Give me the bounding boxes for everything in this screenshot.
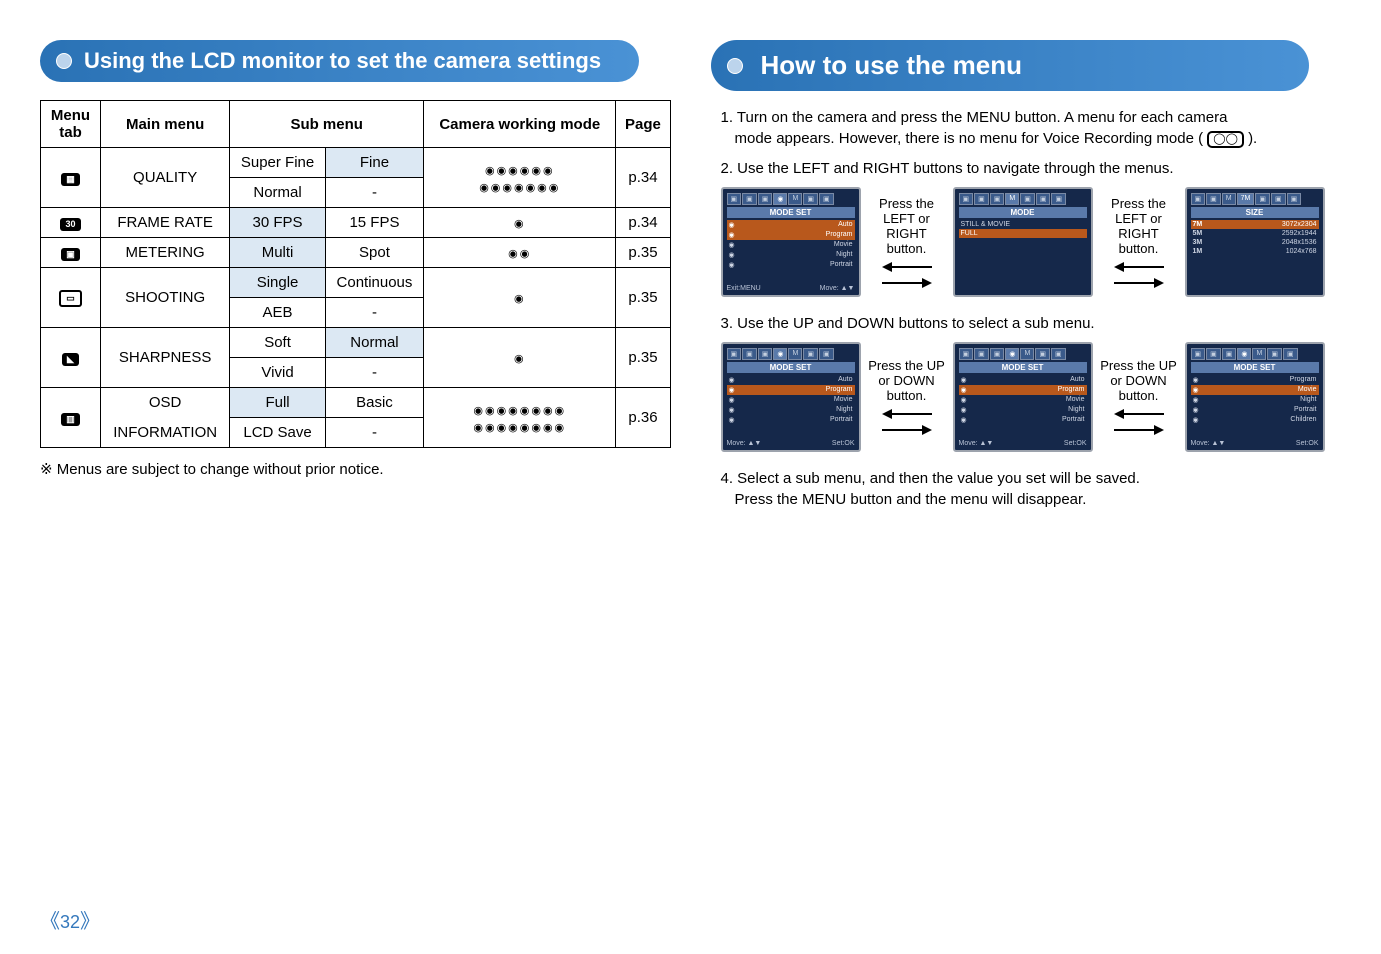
step-2: 2. Use the LEFT and RIGHT buttons to nav… [721,160,1342,177]
sharpness-vivid: Vivid [230,358,326,388]
screen-modeset-4: ▣▣▣◉M▣▣ MODE SET ◉Program ◉Movie ◉Night … [1185,342,1325,452]
sharpness-main: SHARPNESS [101,328,230,388]
quality-main: QUALITY [101,148,230,208]
step4-line2: Press the MENU button and the menu will … [721,491,1342,508]
screen-size: ▣▣M7M▣▣▣ SIZE 7M3072x2304 5M2592x1944 3M… [1185,187,1325,297]
footnote-symbol: ※ [40,462,53,478]
footnote: ※ Menus are subject to change without pr… [40,460,671,479]
sharpness-modes: ◉ [424,328,616,388]
quality-icon: ▦ [41,148,101,208]
osd-modes: ◉◉◉◉◉◉◉◉◉◉◉◉◉◉◉◉ [424,388,616,448]
step1-line3: ). [1248,130,1257,147]
shooting-modes: ◉ [424,268,616,328]
screen-mode: ▣▣▣M▣▣▣ MODE STILL & MOVIE FULL [953,187,1093,297]
screen-modeset-3: ▣▣▣◉M▣▣ MODE SET ◉Auto ◉Program ◉Movie ◉… [953,342,1093,452]
voice-recording-icon: ◯◯ [1207,131,1244,148]
metering-spot: Spot [325,238,423,268]
sharpness-normal: Normal [325,328,423,358]
frame-rate-icon: 30 [41,208,101,238]
inter-text-2: Press the LEFT or RIGHT button. [1099,196,1179,288]
quality-sub-dash: - [325,178,423,208]
osd-dash: - [325,418,423,448]
framerate-modes: ◉ [424,208,616,238]
th-menutab: Menu tab [41,101,101,148]
th-mainmenu: Main menu [101,101,230,148]
screen-modeset-2: ▣▣▣◉M▣▣ MODE SET ◉Auto ◉Program ◉Movie ◉… [721,342,861,452]
framerate-page: p.34 [616,208,670,238]
step-1: 1. Turn on the camera and press the MENU… [721,109,1342,148]
inter-text-3: Press the UP or DOWN button. [867,358,947,435]
metering-page: p.35 [616,238,670,268]
framerate-main: FRAME RATE [101,208,230,238]
quality-sub-fine: Fine [325,148,423,178]
screens-row-1: ▣▣▣◉M▣▣ MODE SET ◉Auto ◉Program ◉Movie ◉… [721,187,1342,297]
shooting-icon: ▭ [41,268,101,328]
step1-line1: 1. Turn on the camera and press the MENU… [721,109,1342,126]
arrow-left-right-4 [1099,409,1179,435]
page-number: 《32》 [40,905,100,934]
th-submenu: Sub menu [230,101,424,148]
th-page: Page [616,101,670,148]
quality-modes: ◉◉◉◉◉◉◉◉◉◉◉◉◉ [424,148,616,208]
osd-icon: ▥ [41,388,101,448]
inter-text-4: Press the UP or DOWN button. [1099,358,1179,435]
screenB-banner: MODE [959,207,1087,218]
shooting-dash: - [325,298,423,328]
inter-text-1: Press the LEFT or RIGHT button. [867,196,947,288]
arrow-left-right-3 [867,409,947,435]
step-3: 3. Use the UP and DOWN buttons to select… [721,315,1342,332]
metering-modes: ◉◉ [424,238,616,268]
osd-full: Full [230,388,326,418]
osd-page: p.36 [616,388,670,448]
shooting-single: Single [230,268,326,298]
left-title: Using the LCD monitor to set the camera … [40,40,639,82]
metering-multi: Multi [230,238,326,268]
sharpness-dash: - [325,358,423,388]
screenC-banner: SIZE [1191,207,1319,218]
arrow-left-right-2 [1099,262,1179,288]
metering-main: METERING [101,238,230,268]
framerate-30: 30 FPS [230,208,326,238]
footnote-text: Menus are subject to change without prio… [57,461,384,478]
osd-lcdsave: LCD Save [230,418,326,448]
sharpness-page: p.35 [616,328,670,388]
shooting-continuous: Continuous [325,268,423,298]
osd-main2: INFORMATION [101,418,230,448]
quality-sub-normal: Normal [230,178,326,208]
right-title: How to use the menu [711,40,1310,91]
osd-main1: OSD [101,388,230,418]
step1-line2: mode appears. However, there is no menu … [735,130,1204,147]
quality-sub-superfine: Super Fine [230,148,326,178]
sharpness-soft: Soft [230,328,326,358]
step4-line1: 4. Select a sub menu, and then the value… [721,470,1342,487]
metering-icon: ▣ [41,238,101,268]
screen-modeset-1: ▣▣▣◉M▣▣ MODE SET ◉Auto ◉Program ◉Movie ◉… [721,187,861,297]
osd-basic: Basic [325,388,423,418]
screens-row-2: ▣▣▣◉M▣▣ MODE SET ◉Auto ◉Program ◉Movie ◉… [721,342,1342,452]
sharpness-icon: ◣ [41,328,101,388]
screenA-banner: MODE SET [727,207,855,218]
shooting-aeb: AEB [230,298,326,328]
quality-page: p.34 [616,148,670,208]
framerate-15: 15 FPS [325,208,423,238]
shooting-main: SHOOTING [101,268,230,328]
settings-table: Menu tab Main menu Sub menu Camera worki… [40,100,671,448]
th-workingmode: Camera working mode [424,101,616,148]
arrow-left-right-1 [867,262,947,288]
shooting-page: p.35 [616,268,670,328]
